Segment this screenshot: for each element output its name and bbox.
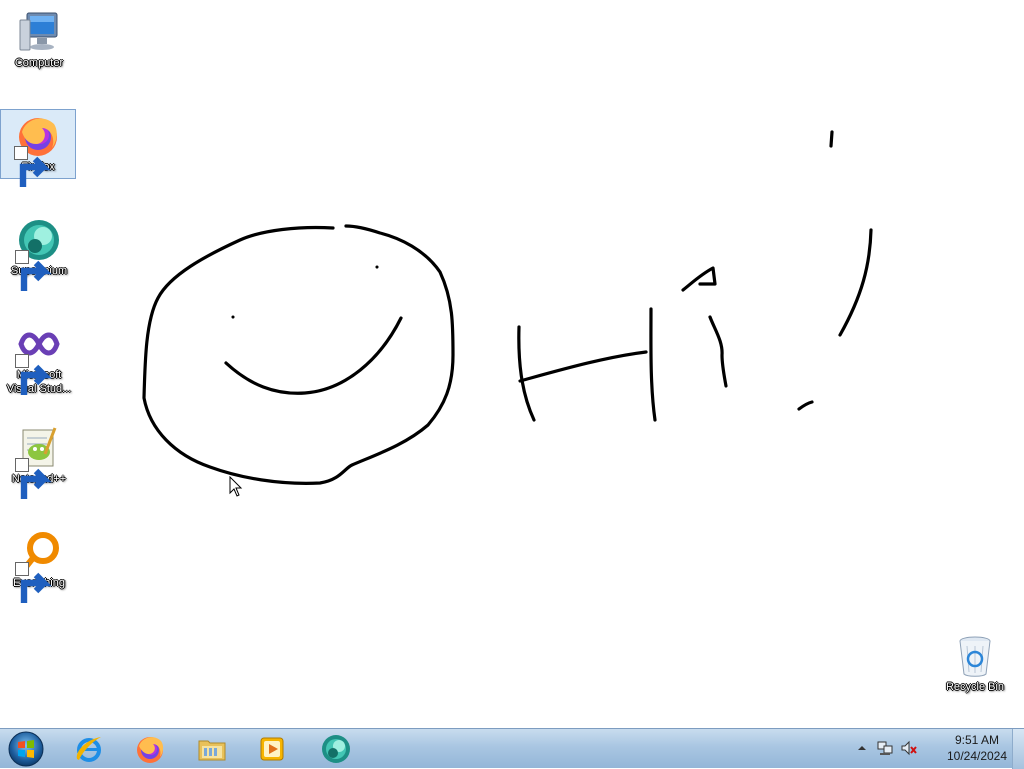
media-player-icon	[260, 737, 284, 761]
windows-start-icon	[8, 731, 44, 767]
desktop-icon-visual-studio[interactable]: Microsoft Visual Stud...	[1, 318, 77, 398]
taskbar-media-player[interactable]	[243, 730, 301, 768]
clock-time: 9:51 AM	[954, 733, 1000, 747]
drawn-eye-right	[375, 265, 379, 269]
computer-icon	[19, 12, 58, 51]
start-button[interactable]	[4, 730, 48, 768]
drawn-letter-h-left	[517, 325, 536, 422]
drawn-exclamation-bar	[838, 228, 873, 337]
drawn-exclamation-dot	[797, 400, 814, 411]
drawn-exclamation-top	[829, 130, 834, 148]
clock-date: 10/24/2024	[946, 749, 1008, 763]
shortcut-arrow-icon	[15, 354, 52, 395]
desktop-icon-supermium[interactable]: Supermium	[1, 214, 77, 291]
desktop-icon-label: Recycle Bin	[945, 681, 1005, 693]
taskbar-clock[interactable]: 9:51 AM 10/24/2024	[944, 732, 1010, 764]
supermium-icon	[322, 735, 350, 763]
internet-explorer-icon	[76, 737, 101, 762]
taskbar-firefox[interactable]	[121, 730, 179, 768]
freehand-drawing	[142, 130, 873, 485]
show-hidden-icons-chevron-icon[interactable]	[856, 742, 868, 754]
drawn-letter-h-cross	[518, 350, 648, 383]
desktop-icon-computer[interactable]: Computer	[1, 6, 77, 72]
shortcut-arrow-icon	[15, 458, 52, 499]
drawn-smile	[224, 316, 403, 395]
desktop[interactable]: Computer Firefox Supermium Microsoft Vis…	[0, 0, 1024, 728]
desktop-icon-label: Computer	[14, 57, 64, 69]
shortcut-arrow-icon	[14, 146, 51, 187]
taskbar-file-explorer[interactable]	[183, 730, 241, 768]
drawn-eye-left	[231, 315, 235, 319]
volume-muted-icon[interactable]	[900, 739, 918, 757]
firefox-icon	[137, 737, 164, 763]
taskbar: 9:51 AM 10/24/2024	[0, 728, 1024, 769]
drawn-letter-h-right	[649, 307, 657, 422]
taskbar-internet-explorer[interactable]	[60, 730, 118, 768]
desktop-icon-notepad-plus-plus[interactable]: Notepad++	[1, 422, 77, 499]
desktop-icon-firefox[interactable]: Firefox	[0, 109, 76, 187]
shortcut-arrow-icon	[15, 562, 52, 603]
drawn-letter-i-stem	[708, 315, 728, 388]
desktop-icon-everything[interactable]: Everything	[1, 526, 77, 603]
drawn-circle	[142, 224, 455, 485]
mouse-cursor-icon	[229, 476, 243, 497]
system-tray: 9:51 AM 10/24/2024	[834, 729, 1024, 769]
drawn-letter-i-dot	[681, 266, 717, 292]
network-icon[interactable]	[876, 739, 894, 757]
shortcut-arrow-icon	[15, 250, 52, 291]
recycle-bin-icon	[959, 636, 991, 677]
show-desktop-button[interactable]	[1012, 729, 1024, 769]
taskbar-supermium[interactable]	[307, 730, 365, 768]
folder-icon	[198, 740, 226, 761]
desktop-icon-recycle-bin[interactable]: Recycle Bin	[937, 630, 1013, 696]
